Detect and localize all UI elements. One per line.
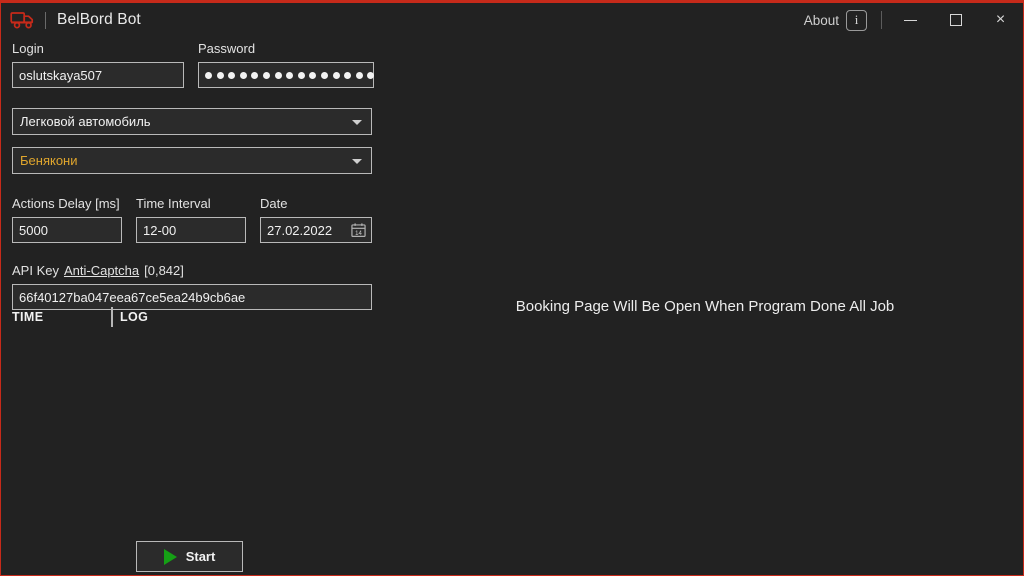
- login-input[interactable]: [12, 62, 184, 88]
- log-column-time: TIME: [12, 310, 44, 324]
- password-mask-dot: [309, 71, 317, 79]
- login-field-group: Login: [12, 41, 184, 88]
- date-label: Date: [260, 196, 288, 211]
- checkpoint-dropdown[interactable]: Бенякони: [12, 147, 372, 174]
- chevron-down-icon: [352, 158, 362, 164]
- date-value: 27.02.2022: [267, 222, 333, 238]
- calendar-icon[interactable]: 14: [351, 223, 366, 238]
- password-mask-dot: [344, 71, 352, 79]
- parameters-row: Actions Delay [ms] Time Interval Date 27…: [12, 196, 374, 243]
- vehicle-type-dropdown[interactable]: Легковой автомобиль: [12, 108, 372, 135]
- vehicle-type-value: Легковой автомобиль: [20, 114, 151, 129]
- actions-delay-label: Actions Delay [ms]: [12, 196, 120, 211]
- titlebar-controls: About i ×: [804, 3, 1023, 37]
- maximize-icon: [949, 14, 962, 26]
- truck-icon: [10, 12, 34, 29]
- title-bar: BelBord Bot About i ×: [1, 3, 1023, 37]
- time-interval-label: Time Interval: [136, 196, 211, 211]
- password-input[interactable]: [198, 62, 375, 88]
- password-mask-dot: [228, 71, 236, 79]
- api-key-label-row: API Key Anti-Captcha [0,842]: [12, 263, 374, 278]
- time-interval-input[interactable]: [136, 217, 246, 243]
- password-mask-dot: [355, 71, 363, 79]
- minimize-icon: [904, 19, 917, 21]
- booking-message: Booking Page Will Be Open When Program D…: [515, 298, 895, 315]
- password-mask-dot: [297, 71, 305, 79]
- password-mask-dot: [262, 71, 270, 79]
- checkpoint-value: Бенякони: [20, 153, 78, 168]
- maximize-button[interactable]: [933, 4, 978, 37]
- log-column-log: LOG: [120, 310, 149, 324]
- password-mask-dot: [216, 71, 224, 79]
- anti-captcha-link[interactable]: Anti-Captcha: [64, 263, 139, 278]
- controls-separator: [881, 11, 882, 29]
- api-key-label: API Key: [12, 263, 59, 278]
- log-list[interactable]: [12, 331, 374, 527]
- password-mask-dot: [286, 71, 294, 79]
- password-mask-dot: [239, 71, 247, 79]
- minimize-button[interactable]: [888, 4, 933, 37]
- title-separator: [45, 11, 46, 29]
- date-input[interactable]: 27.02.2022 14: [260, 217, 372, 243]
- about-group: About i: [803, 9, 867, 31]
- close-button[interactable]: ×: [978, 4, 1023, 37]
- password-mask-dot: [367, 71, 375, 79]
- app-title: BelBord Bot: [57, 11, 141, 28]
- credentials-row: Login Password: [12, 41, 375, 88]
- start-button[interactable]: Start: [136, 541, 243, 572]
- password-mask-dot: [332, 71, 340, 79]
- application-window: BelBord Bot About i × Login oslutskaya50…: [0, 0, 1024, 576]
- password-mask-dot: [274, 71, 282, 79]
- actions-delay-input[interactable]: [12, 217, 122, 243]
- password-mask-dot: [205, 71, 212, 79]
- play-icon: [163, 548, 177, 565]
- start-button-label: Start: [185, 549, 216, 564]
- actions-delay-group: Actions Delay [ms]: [12, 196, 122, 243]
- password-mask-dot: [251, 71, 259, 79]
- close-icon: ×: [995, 11, 1006, 28]
- password-mask-dot: [320, 71, 328, 79]
- chevron-down-icon: [352, 119, 362, 125]
- password-label: Password: [198, 41, 256, 56]
- password-field-group: Password: [198, 41, 375, 88]
- about-info-button[interactable]: i: [846, 9, 867, 31]
- settings-form: Login Password Легковой автомобиль Беняк…: [12, 41, 375, 310]
- login-label: Login: [12, 41, 44, 56]
- calendar-day-number: 14: [355, 231, 362, 237]
- time-interval-group: Time Interval: [136, 196, 246, 243]
- about-label: About: [803, 12, 839, 28]
- api-key-balance: [0,842]: [144, 263, 184, 278]
- log-column-divider: [111, 307, 113, 327]
- date-group: Date 27.02.2022 14: [260, 196, 372, 243]
- log-table-header: TIME LOG: [12, 306, 374, 328]
